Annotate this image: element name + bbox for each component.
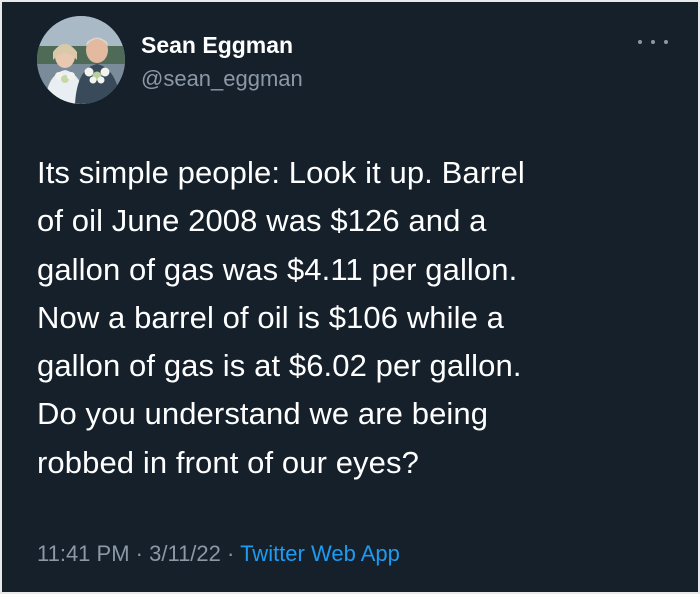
dot [651, 40, 655, 44]
tweet-text: Its simple people: Look it up. Barrel of… [37, 155, 525, 480]
avatar-photo [37, 16, 125, 104]
tweet-card: Sean Eggman @sean_eggman Its simple peop… [0, 0, 700, 594]
tweet-source-link[interactable]: Twitter Web App [240, 541, 400, 566]
tweet-meta: 11:41 PM · 3/11/22 · Twitter Web App [37, 541, 400, 567]
dot [664, 40, 668, 44]
dot [638, 40, 642, 44]
meta-separator: · [227, 541, 235, 566]
more-horizontal-icon[interactable] [638, 32, 668, 52]
tweet-time[interactable]: 11:41 PM [37, 541, 130, 566]
author-handle[interactable]: @sean_eggman [141, 66, 303, 92]
meta-separator: · [135, 541, 143, 566]
tweet-date[interactable]: 3/11/22 [149, 541, 221, 566]
author-name[interactable]: Sean Eggman [141, 32, 293, 59]
avatar[interactable] [37, 16, 125, 104]
